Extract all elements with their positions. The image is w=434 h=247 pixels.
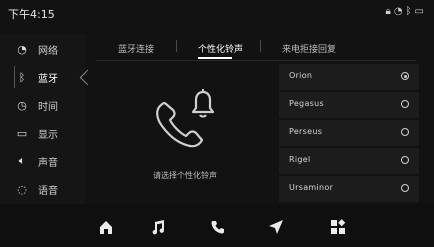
voice-icon: ◌ — [17, 182, 27, 196]
home-button[interactable] — [86, 212, 126, 242]
wifi-icon: ◔ — [17, 42, 27, 56]
tab-call-reject-reply[interactable]: 来电拒接回复 — [282, 42, 336, 55]
tab-bluetooth-connection[interactable]: 蓝牙连接 — [118, 42, 154, 55]
chevron-left-icon — [78, 69, 88, 85]
music-button[interactable] — [138, 212, 178, 242]
navigation-button[interactable] — [256, 212, 296, 242]
list-item[interactable]: Rigel — [279, 148, 419, 174]
tab-bar: 蓝牙连接 个性化铃声 来电拒接回复 — [100, 36, 430, 62]
clock-icon: ◷ — [17, 98, 27, 112]
list-item[interactable]: Perseus — [279, 120, 419, 146]
sidebar-item-voice[interactable]: ◌ 语音 — [0, 176, 86, 202]
sidebar-item-bluetooth[interactable]: ᛒ 蓝牙 — [0, 64, 86, 90]
phone-icon — [211, 221, 224, 234]
radio-selected-icon[interactable] — [401, 72, 409, 80]
sidebar-item-label: 声音 — [38, 157, 58, 169]
ringtone-name: Orion — [289, 71, 313, 80]
list-item[interactable]: Ursaminor — [279, 176, 419, 202]
radio-icon[interactable] — [401, 156, 409, 164]
car-settings-screen: 下午4:15 🔒︎ ◔ ᛒ ▭ ◔ 网络 ᛒ 蓝牙 ◷ 时间 ▭ 显示 🔈︎ 声… — [0, 0, 434, 247]
empty-state-text: 请选择个性化铃声 — [153, 171, 217, 180]
ringtone-name: Perseus — [289, 127, 323, 136]
ringtone-name: Rigel — [289, 155, 311, 164]
sidebar-item-label: 语音 — [38, 185, 58, 197]
active-indicator — [14, 66, 75, 88]
radio-icon[interactable] — [401, 100, 409, 108]
music-icon — [152, 220, 165, 235]
status-time: 下午4:15 — [8, 8, 55, 21]
sidebar-item-display[interactable]: ▭ 显示 — [0, 120, 86, 146]
sidebar-item-sound[interactable]: 🔈︎ 声音 — [0, 148, 86, 174]
ringtone-list: Orion Pegasus Perseus Rigel Ursaminor — [279, 64, 419, 204]
status-icons: 🔒︎ ◔ ᛒ ▭ — [385, 6, 424, 18]
sidebar-item-label: 显示 — [38, 129, 58, 141]
bluetooth-icon: ᛒ — [405, 6, 412, 17]
sidebar-item-label: 网络 — [38, 45, 58, 57]
apps-icon — [331, 219, 346, 234]
sidebar-item-time[interactable]: ◷ 时间 — [0, 92, 86, 118]
lock-icon: 🔒︎ — [385, 6, 391, 17]
active-tab-indicator — [198, 57, 232, 59]
phone-ringing-icon — [156, 89, 215, 148]
wifi-icon: ◔ — [393, 6, 403, 17]
phone-button[interactable] — [198, 212, 238, 242]
divider — [96, 60, 416, 61]
tab-personalized-ringtone[interactable]: 个性化铃声 — [198, 42, 243, 55]
sidebar-item-label: 时间 — [38, 101, 58, 113]
radio-icon[interactable] — [401, 128, 409, 136]
list-item[interactable]: Orion — [279, 64, 419, 90]
status-bar: 下午4:15 🔒︎ ◔ ᛒ ▭ — [0, 0, 434, 24]
bottom-dock — [86, 212, 386, 242]
home-icon — [100, 221, 112, 234]
settings-sidebar: ◔ 网络 ᛒ 蓝牙 ◷ 时间 ▭ 显示 🔈︎ 声音 ◌ 语音 — [0, 34, 86, 204]
apps-button[interactable] — [318, 212, 358, 242]
sidebar-item-network[interactable]: ◔ 网络 — [0, 36, 86, 62]
battery-icon: ▭ — [414, 6, 424, 17]
tab-divider — [260, 40, 261, 52]
speaker-icon: 🔈︎ — [18, 154, 26, 167]
display-icon: ▭ — [16, 126, 28, 140]
navigation-icon — [269, 220, 283, 234]
list-item[interactable]: Pegasus — [279, 92, 419, 118]
ringtone-name: Ursaminor — [289, 183, 334, 192]
ringtone-name: Pegasus — [289, 99, 324, 108]
radio-icon[interactable] — [401, 184, 409, 192]
tab-divider — [176, 40, 177, 52]
